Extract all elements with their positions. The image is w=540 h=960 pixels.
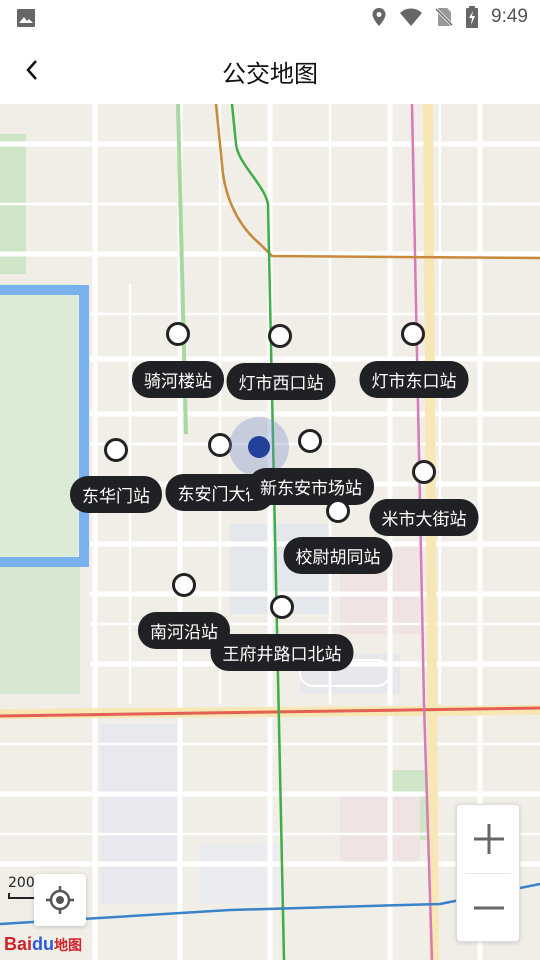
stop-dot-donghuamen[interactable] [104,438,128,462]
status-time: 9:49 [491,6,528,27]
stop-dot-dengshixikou[interactable] [268,324,292,348]
battery-charging-icon [466,6,479,28]
logo-paw: du [32,934,55,954]
scale-bar [8,893,36,899]
location-icon [372,8,386,26]
current-location-marker [248,436,270,458]
crosshair-icon [46,886,74,914]
stop-dot-wangfujing[interactable] [270,595,294,619]
bus-map[interactable]: 骑河楼站 灯市西口站 灯市东口站 东华门站 东安门大街 新东安市场站 米市大街站… [0,104,540,960]
stop-dot-xindongan[interactable] [298,429,322,453]
stop-label-xindongan[interactable]: 新东安市场站 [248,468,374,505]
stop-dot-xiaoweihutong[interactable] [326,499,350,523]
stop-dot-dengshidongkou[interactable] [401,322,425,346]
stop-label-qiheloujie[interactable]: 骑河楼站 [132,361,224,398]
stop-label-wangfujing[interactable]: 王府井路口北站 [210,634,354,671]
wifi-icon [400,8,423,26]
no-sim-icon [435,7,454,27]
logo-text: Bai [4,934,33,954]
stop-label-donghuamen[interactable]: 东华门站 [70,476,162,513]
zoom-in-button[interactable] [457,805,521,873]
baidu-map-logo: Baidu地图 [4,934,82,955]
stop-label-dengshixikou[interactable]: 灯市西口站 [226,363,336,400]
stop-dot-mishidajie[interactable] [412,460,436,484]
status-bar: 9:49 [0,0,540,36]
app-bar: 公交地图 [0,36,540,104]
zoom-out-button[interactable] [457,874,521,942]
stop-label-dengshidongkou[interactable]: 灯市东口站 [359,361,469,398]
minus-icon [474,906,504,910]
plus-icon [474,824,504,854]
logo-suffix: 地图 [54,937,83,953]
stop-label-mishidajie[interactable]: 米市大街站 [369,499,479,536]
zoom-controls [456,804,520,942]
gallery-icon [17,9,35,27]
stop-dot-qiheloujie[interactable] [166,322,190,346]
locate-me-button[interactable] [34,874,86,926]
stop-label-xiaoweihutong[interactable]: 校尉胡同站 [283,537,393,574]
stop-dot-nanheyan[interactable] [172,573,196,597]
page-title: 公交地图 [222,60,318,88]
